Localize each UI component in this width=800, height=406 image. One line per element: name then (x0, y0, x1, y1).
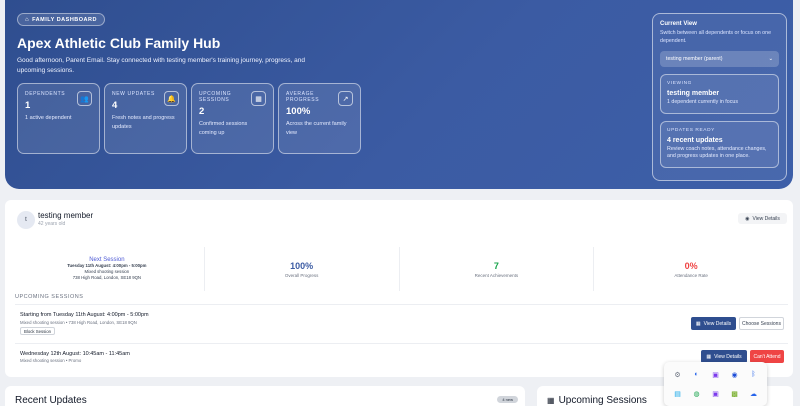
upcoming-sessions-label: UPCOMING SESSIONS (15, 294, 84, 300)
calendar-icon: ▦ (547, 396, 555, 405)
calendar-icon: ▦ (251, 91, 266, 106)
bluetooth-icon[interactable]: ᛒ (744, 365, 763, 384)
system-tray-popup: ⚙ ◐ ▣ ◉ ᛒ ▤ ◍ ▣ ▩ ☁ (664, 362, 767, 406)
edge-icon[interactable]: ◐ (687, 365, 706, 384)
trend-icon: ↗ (338, 91, 353, 106)
dependent-select[interactable]: testing member (parent) ⌄ (660, 51, 779, 67)
outlook-icon[interactable]: ◉ (725, 365, 744, 384)
recent-updates-panel: Recent Updates 4 new (5, 386, 525, 406)
dashboard-tag: ⌂ FAMILY DASHBOARD (17, 13, 105, 26)
member-metrics: Next Session Tuesday 11th August: 4:00pm… (10, 247, 788, 291)
hero-banner: ⌂ FAMILY DASHBOARD Apex Athletic Club Fa… (5, 0, 793, 189)
users-icon: 👥 (77, 91, 92, 106)
xbox-icon[interactable]: ◍ (687, 384, 706, 403)
page-title: Apex Athletic Club Family Hub (17, 35, 221, 51)
chevron-down-icon: ⌄ (768, 56, 773, 62)
stat-card-new-updates: NEW UPDATES 4 Fresh notes and progress u… (104, 83, 187, 154)
overall-progress-metric: 100% Overall Progress (205, 247, 400, 291)
nvidia-icon[interactable]: ▩ (725, 384, 744, 403)
stat-card-upcoming-sessions: UPCOMING SESSIONS 2 Confirmed sessions c… (191, 83, 274, 154)
home-icon: ⌂ (25, 16, 30, 23)
next-session-metric: Next Session Tuesday 11th August: 4:00pm… (10, 247, 205, 291)
recent-updates-title: Recent Updates (15, 395, 87, 406)
bell-icon: 🔔 (164, 91, 179, 106)
upcoming-sessions-title: Upcoming Sessions (558, 395, 647, 406)
updates-ready-box: UPDATES READY 4 recent updates Review co… (660, 120, 779, 168)
member-age: 42 years old (38, 221, 66, 227)
attendance-metric: 0% Attendance Rate (674, 260, 708, 278)
current-view-panel: Current View Switch between all dependen… (652, 13, 787, 181)
avatar: t (17, 211, 35, 229)
greeting-text: Good afternoon, Parent Email. Stay conne… (17, 57, 305, 74)
new-updates-badge: 4 new (497, 396, 518, 403)
settings-icon[interactable]: ⚙ (668, 365, 687, 384)
stat-card-average-progress: AVERAGE PROGRESS 100% Across the current… (278, 83, 361, 154)
photos-icon[interactable]: ▤ (668, 384, 687, 403)
session-view-details-button[interactable]: ▦ View Details (691, 317, 736, 330)
member-card: t testing member 42 years old ◉ View Det… (5, 200, 793, 377)
onenote-icon[interactable]: ▣ (706, 365, 725, 384)
calendar-icon: ▦ (695, 320, 701, 327)
stat-card-dependents: DEPENDENTS 1 1 active dependent 👥 (17, 83, 100, 154)
eye-icon: ◉ (745, 215, 750, 222)
onedrive-icon[interactable]: ☁ (744, 384, 763, 403)
block-session-badge: Block Session (20, 327, 55, 335)
calendar-icon: ▦ (706, 353, 712, 360)
choose-sessions-button[interactable]: Choose Sessions (739, 317, 784, 330)
view-details-button[interactable]: ◉ View Details (738, 213, 787, 224)
member-name: testing member (38, 211, 94, 220)
achievements-metric: 7 Recent Achievements (400, 247, 595, 291)
session-row: Starting from Tuesday 11th August: 4:00p… (15, 304, 788, 343)
onenote2-icon[interactable]: ▣ (706, 384, 725, 403)
viewing-box: VIEWING testing member 1 dependent curre… (660, 74, 779, 114)
